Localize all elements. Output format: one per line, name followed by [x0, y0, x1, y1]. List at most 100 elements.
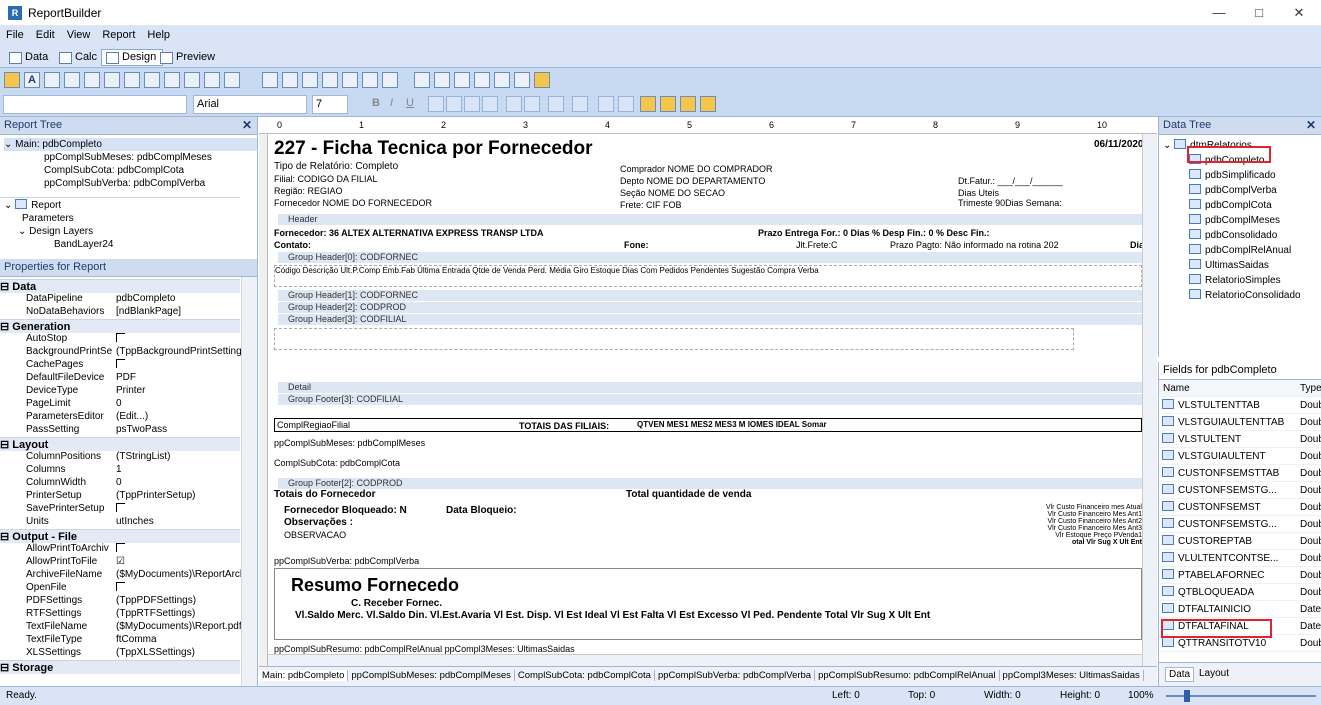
- bold-button[interactable]: B: [372, 97, 380, 109]
- property-value[interactable]: ☑: [116, 556, 125, 567]
- page-tab-subverba[interactable]: ppComplSubVerba: pdbComplVerba: [654, 670, 816, 681]
- property-value[interactable]: [ndBlankPage]: [116, 306, 181, 317]
- canvas-vscrollbar[interactable]: [1142, 134, 1157, 666]
- prazo-pagto-field[interactable]: Prazo Pagto: Não informado na rotina 202: [890, 240, 1059, 250]
- property-value[interactable]: (TppPDFSettings): [116, 595, 196, 606]
- property-value[interactable]: (TStringList): [116, 451, 170, 462]
- tree-item-bandlayer[interactable]: BandLayer24: [4, 238, 114, 251]
- column-headers[interactable]: Código Descrição Ult.P.Comp Emb.Fab Últi…: [274, 265, 1142, 287]
- checkbox-icon[interactable]: [116, 359, 125, 368]
- font-color-icon[interactable]: [548, 96, 564, 112]
- property-row[interactable]: AllowPrintToFile ☑: [0, 556, 240, 569]
- field-row[interactable]: QTBLOQUEADA Doub: [1159, 584, 1321, 601]
- field-row[interactable]: VLULTENTCONTSE... Doub: [1159, 550, 1321, 567]
- barcode-tool-icon[interactable]: [184, 72, 200, 88]
- dtfatur-field[interactable]: Dt.Fatur.: ___/___/______: [958, 176, 1063, 186]
- page-tab-submeses[interactable]: ppComplSubMeses: pdbComplMeses: [348, 670, 515, 681]
- property-value[interactable]: (TppPrinterSetup): [116, 490, 195, 501]
- page-break-tool-icon[interactable]: [454, 72, 470, 88]
- dbchart-tool-icon[interactable]: [382, 72, 398, 88]
- property-row[interactable]: BackgroundPrintSe (TppBackgroundPrintSett…: [0, 346, 250, 359]
- field-row[interactable]: VLSTGUIAULTENT Doub: [1159, 448, 1321, 465]
- field-row[interactable]: CUSTONFSEMST Doub: [1159, 499, 1321, 516]
- bring-forward-icon[interactable]: [680, 96, 696, 112]
- bring-front-icon[interactable]: [640, 96, 656, 112]
- property-row[interactable]: OpenFile: [0, 582, 240, 595]
- band-group-header-0[interactable]: Group Header[0]: CODFORNEC: [278, 252, 1142, 263]
- property-value[interactable]: [116, 333, 125, 345]
- property-row[interactable]: DeviceType Printer: [0, 385, 240, 398]
- fone-field[interactable]: Fone:: [624, 240, 649, 250]
- image-tool-icon[interactable]: [124, 72, 140, 88]
- band-header[interactable]: Header: [278, 214, 1142, 225]
- property-value[interactable]: (Edit...): [116, 411, 148, 422]
- memo-tool-icon[interactable]: [44, 72, 60, 88]
- property-row[interactable]: PageLimit 0: [0, 398, 240, 411]
- tree-item-main[interactable]: ⌄ Main: pdbCompleto: [4, 138, 257, 151]
- data-tree-item[interactable]: pdbSimplificado: [1163, 168, 1321, 183]
- property-row[interactable]: NoDataBehaviors [ndBlankPage]: [0, 306, 240, 319]
- observacoes-label[interactable]: Observações :: [284, 518, 353, 528]
- tree-item-subverba[interactable]: ppComplSubVerba: pdbComplVerba: [4, 177, 257, 190]
- dbbarcode-tool-icon[interactable]: [362, 72, 378, 88]
- property-row[interactable]: DataPipeline pdbCompleto: [0, 293, 240, 306]
- total-qtd-venda-label[interactable]: Total quantidade de venda: [626, 490, 751, 500]
- richtext-tool-icon[interactable]: [64, 72, 80, 88]
- close-icon[interactable]: ✕: [242, 117, 252, 134]
- checkbox-icon[interactable]: [116, 543, 125, 552]
- property-row[interactable]: PDFSettings (TppPDFSettings): [0, 595, 240, 608]
- chart-tool-icon[interactable]: [204, 72, 220, 88]
- contato-field[interactable]: Contato:: [274, 240, 311, 250]
- checkbox-icon[interactable]: [116, 503, 125, 512]
- property-value[interactable]: (TppXLSSettings): [116, 647, 195, 658]
- subreport-cota[interactable]: ComplSubCota: pdbComplCota: [274, 458, 400, 468]
- property-value[interactable]: psTwoPass: [116, 424, 167, 435]
- property-row[interactable]: Columns 1: [0, 464, 240, 477]
- trimestre-field[interactable]: Trimeste 90Dias Semana:: [958, 198, 1062, 208]
- line-tool-icon[interactable]: [164, 72, 180, 88]
- property-value[interactable]: [116, 582, 125, 594]
- field-row[interactable]: VLSTGUIAULTENTTAB Doub: [1159, 414, 1321, 431]
- wizard-tool-icon[interactable]: [534, 72, 550, 88]
- tree-item-report[interactable]: ⌄ Report: [4, 199, 114, 212]
- data-tree-item[interactable]: UltimasSaidas: [1163, 258, 1321, 273]
- property-value[interactable]: Printer: [116, 385, 145, 396]
- subreport-verba[interactable]: ppComplSubVerba: pdbComplVerba: [274, 556, 419, 566]
- property-value[interactable]: 0: [116, 398, 122, 409]
- property-value[interactable]: [116, 503, 125, 515]
- field-row[interactable]: VLSTULTENTTAB Doub: [1159, 397, 1321, 414]
- tree-item-submeses[interactable]: ppComplSubMeses: pdbComplMeses: [4, 151, 257, 164]
- justify-icon[interactable]: [482, 96, 498, 112]
- tree-item-parameters[interactable]: Parameters: [4, 212, 114, 225]
- tab-calc[interactable]: Calc: [54, 49, 104, 66]
- tipo-relatorio[interactable]: Tipo de Relatório: Completo: [274, 162, 398, 172]
- prop-category-generation[interactable]: ⊟ Generation: [0, 319, 240, 333]
- property-row[interactable]: ColumnPositions (TStringList): [0, 451, 240, 464]
- detail-fields[interactable]: [274, 328, 1074, 350]
- subreport-tool-icon[interactable]: [414, 72, 430, 88]
- resumo-block[interactable]: Resumo Fornecedo C. Receber Fornec. Vl.S…: [274, 568, 1142, 640]
- property-value[interactable]: ftComma: [116, 634, 157, 645]
- regiao-field[interactable]: Região: REGIAO: [274, 186, 343, 196]
- prop-category-storage[interactable]: ⊟ Storage: [0, 660, 240, 674]
- property-row[interactable]: SavePrinterSetup: [0, 503, 240, 516]
- band-group-header-1[interactable]: Group Header[1]: CODFORNEC: [278, 290, 1142, 301]
- fornecedor-field[interactable]: Fornecedor NOME DO FORNECEDOR: [274, 198, 432, 208]
- property-row[interactable]: ArchiveFileName ($MyDocuments)\ReportArch…: [0, 569, 253, 582]
- property-row[interactable]: TextFileType ftComma: [0, 634, 240, 647]
- variable-tool-icon[interactable]: [104, 72, 120, 88]
- fill-icon[interactable]: [524, 96, 540, 112]
- checkbox-icon[interactable]: [116, 333, 125, 342]
- property-row[interactable]: AutoStop: [0, 333, 240, 346]
- field-row[interactable]: CUSTONFSEMSTG... Doub: [1159, 482, 1321, 499]
- close-button[interactable]: ✕: [1279, 2, 1319, 24]
- crosstab-tool-icon[interactable]: [434, 72, 450, 88]
- label-tool-icon[interactable]: A: [24, 72, 40, 88]
- checkbox-icon[interactable]: [116, 582, 125, 591]
- dbmemo-tool-icon[interactable]: [282, 72, 298, 88]
- property-value[interactable]: 0: [116, 477, 122, 488]
- property-row[interactable]: CachePages: [0, 359, 240, 372]
- dbcalc-tool-icon[interactable]: [322, 72, 338, 88]
- page-tab-subresumo[interactable]: ppComplSubResumo: pdbComplRelAnual: [815, 670, 1000, 681]
- dbimage-tool-icon[interactable]: [342, 72, 358, 88]
